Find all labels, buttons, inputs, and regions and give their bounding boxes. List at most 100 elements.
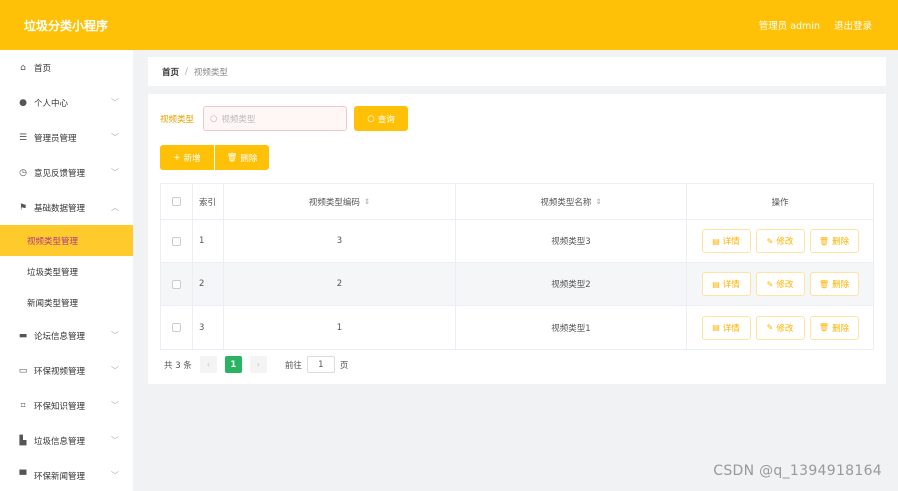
logout-link[interactable]: 退出登录: [834, 18, 872, 32]
row-checkbox[interactable]: [172, 236, 181, 246]
row-checkbox[interactable]: [172, 323, 181, 332]
document-icon: ▤: [712, 236, 720, 246]
clock-icon: ◷: [19, 167, 27, 178]
prev-page-button[interactable]: ‹: [199, 356, 217, 373]
sort-icon[interactable]: ⇕: [364, 197, 370, 206]
select-all-checkbox[interactable]: [172, 197, 181, 206]
table-row: 1 3 视频类型3 ▤ 详情 ✎ 修改 🗑 删除: [161, 220, 873, 263]
trash-icon: 🗑: [818, 279, 830, 289]
column-header-ops: 操作: [771, 197, 789, 208]
next-page-button[interactable]: ›: [249, 356, 267, 373]
sidebar-item-admin-manage[interactable]: ☰ 管理员管理 ﹀: [0, 120, 133, 155]
sidebar-item-knowledge-manage[interactable]: ⌗ 环保知识管理 ﹀: [0, 388, 133, 423]
sidebar-item-label: 首页: [34, 63, 52, 74]
breadcrumb-current: 视频类型: [193, 67, 228, 78]
home-icon: ⌂: [20, 62, 26, 73]
detail-button[interactable]: ▤ 详情: [701, 315, 751, 340]
app-title: 垃圾分类小程序: [24, 19, 109, 33]
query-button-label: 查询: [377, 114, 395, 125]
chevron-down-icon: ﹀: [111, 98, 119, 107]
edit-button[interactable]: ✎ 修改: [755, 315, 805, 340]
trash-icon: 🗑: [818, 236, 830, 246]
table-row: 3 1 视频类型1 ▤ 详情 ✎ 修改 🗑 删除: [161, 306, 873, 349]
sidebar-item-news-manage[interactable]: ▀ 环保新闻管理 ﹀: [0, 458, 133, 491]
monitor-icon: ▀: [19, 470, 27, 481]
list-icon: ☰: [18, 132, 28, 143]
detail-button[interactable]: ▤ 详情: [701, 229, 751, 253]
sidebar-item-personal-center[interactable]: ● 个人中心 ﹀: [0, 85, 133, 120]
search-placeholder: 视频类型: [221, 114, 256, 125]
forum-icon: ▬: [18, 330, 28, 341]
document-icon: ▤: [712, 279, 720, 289]
cell-index: 3: [193, 306, 224, 349]
sidebar-item-label: 基础数据管理: [34, 203, 86, 214]
sidebar-item-garbage-info-manage[interactable]: ▙ 垃圾信息管理 ﹀: [0, 423, 133, 458]
flag-icon: ⚑: [18, 202, 28, 213]
search-icon: ○: [210, 113, 218, 124]
trash-icon: 🗑: [818, 323, 830, 332]
header-actions: 管理员 admin 退出登录: [759, 18, 872, 32]
breadcrumb-separator: /: [185, 66, 188, 77]
delete-button[interactable]: 🗑 删除: [215, 145, 269, 170]
pagination: 共 3 条 ‹ 1 › 前往 1 页: [164, 356, 348, 373]
edit-icon: ✎: [766, 279, 774, 289]
cell-code: 2: [224, 263, 456, 305]
chevron-down-icon: ﹀: [111, 366, 119, 375]
row-delete-button[interactable]: 🗑 删除: [809, 315, 859, 340]
sidebar-item-label: 个人中心: [34, 98, 69, 109]
goto-page-input[interactable]: 1: [306, 356, 335, 373]
sort-icon[interactable]: ⇕: [595, 197, 601, 206]
sidebar-item-basic-data-manage[interactable]: ⚑ 基础数据管理 ︿: [0, 190, 133, 225]
detail-button[interactable]: ▤ 详情: [701, 272, 751, 296]
delete-button-label: 删除: [240, 153, 258, 164]
breadcrumb-home[interactable]: 首页: [162, 66, 179, 78]
cell-name: 视频类型1: [456, 306, 687, 349]
search-input[interactable]: ○ 视频类型: [203, 106, 347, 131]
chevron-down-icon: ﹀: [111, 331, 119, 340]
table-row: 2 2 视频类型2 ▤ 详情 ✎ 修改 🗑 删除: [161, 263, 873, 306]
edit-icon: ✎: [766, 236, 774, 246]
sidebar-item-home[interactable]: ⌂ 首页: [0, 50, 133, 85]
sidebar-item-label: 环保视频管理: [34, 366, 86, 377]
add-button[interactable]: + 新增: [160, 145, 214, 170]
chevron-down-icon: ﹀: [111, 168, 119, 177]
cell-index: 2: [193, 263, 224, 305]
row-delete-button[interactable]: 🗑 删除: [809, 229, 859, 253]
row-delete-button[interactable]: 🗑 删除: [809, 272, 859, 296]
trash-icon: 🗑: [226, 152, 238, 163]
top-header: 垃圾分类小程序 管理员 admin 退出登录: [0, 0, 898, 50]
query-button[interactable]: ○ 查询: [354, 106, 408, 131]
sidebar-item-label: 论坛信息管理: [34, 331, 86, 342]
goto-label: 前往: [284, 360, 302, 371]
breadcrumb: 首页 / 视频类型: [148, 57, 886, 86]
column-header-code[interactable]: 视频类型编码 ⇕: [224, 184, 456, 219]
chevron-up-icon: ︿: [111, 203, 119, 212]
sidebar-item-label: 垃圾信息管理: [34, 436, 86, 447]
search-icon: ○: [367, 113, 375, 124]
column-header-name[interactable]: 视频类型名称 ⇕: [456, 184, 687, 219]
sidebar: ⌂ 首页 ● 个人中心 ﹀ ☰ 管理员管理 ﹀ ◷ 意见反馈管理 ﹀ ⚑ 基础数…: [0, 50, 133, 491]
sidebar-item-feedback-manage[interactable]: ◷ 意见反馈管理 ﹀: [0, 155, 133, 190]
table-header-row: 索引 视频类型编码 ⇕ 视频类型名称 ⇕ 操作: [161, 184, 873, 220]
edit-button[interactable]: ✎ 修改: [755, 272, 805, 296]
content-panel: 视频类型 ○ 视频类型 ○ 查询 + 新增 🗑 删除 索引 视频类型编码 ⇕ 视频…: [148, 94, 886, 384]
edit-button[interactable]: ✎ 修改: [755, 229, 805, 253]
sidebar-item-label: 意见反馈管理: [34, 168, 86, 179]
current-user[interactable]: 管理员 admin: [759, 18, 820, 32]
sidebar-subitem-garbage-type[interactable]: 垃圾类型管理: [0, 256, 133, 287]
cell-code: 1: [224, 306, 456, 349]
data-table: 索引 视频类型编码 ⇕ 视频类型名称 ⇕ 操作 1 3 视频类型3 ▤ 详情 ✎ 修改 …: [160, 183, 874, 350]
cell-code: 3: [224, 220, 456, 262]
document-icon: ▤: [712, 323, 720, 332]
sidebar-subitem-video-type[interactable]: 视频类型管理: [0, 225, 133, 256]
chart-icon: ▙: [19, 435, 27, 446]
cell-name: 视频类型2: [456, 263, 687, 305]
sidebar-subitem-news-type[interactable]: 新闻类型管理: [0, 287, 133, 318]
sidebar-item-video-manage[interactable]: ▭ 环保视频管理 ﹀: [0, 353, 133, 388]
chevron-down-icon: ﹀: [111, 471, 119, 480]
row-checkbox[interactable]: [172, 279, 181, 289]
sidebar-item-forum-manage[interactable]: ▬ 论坛信息管理 ﹀: [0, 318, 133, 353]
page-number[interactable]: 1: [224, 356, 242, 373]
cell-index: 1: [193, 220, 224, 262]
sidebar-item-label: 环保新闻管理: [34, 471, 86, 482]
